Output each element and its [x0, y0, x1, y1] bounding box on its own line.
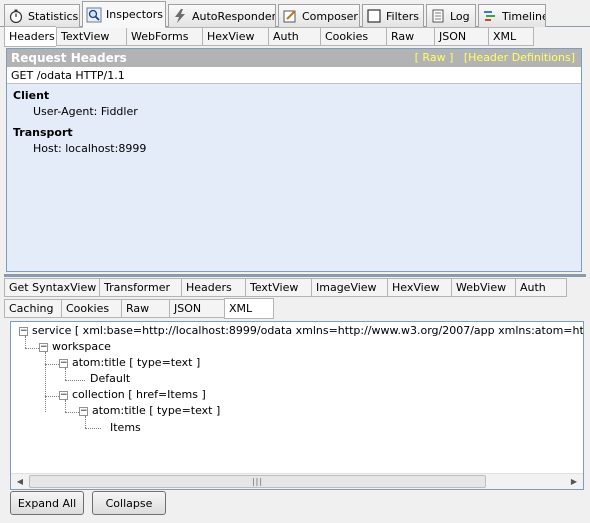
response-tab-json[interactable]: JSON [169, 299, 224, 318]
response-tab-caching[interactable]: Caching [4, 299, 61, 318]
tab-label: Timeline [502, 9, 546, 23]
header-group-client: Client [13, 89, 50, 102]
xml-tree-view[interactable]: − − − − − service [ xml:base=http://loca… [10, 321, 584, 490]
response-tab-cookies[interactable]: Cookies [61, 299, 121, 318]
request-headers-title-bar: Request Headers [ Raw ] [Header Definiti… [7, 49, 581, 67]
response-tab-xml[interactable]: XML [224, 298, 274, 319]
document-icon [430, 8, 446, 24]
response-tab-textview[interactable]: TextView [245, 278, 311, 297]
tab-composer[interactable]: Composer [278, 4, 360, 27]
response-tab-auth[interactable]: Auth [515, 278, 567, 297]
tree-node-items[interactable]: Items [109, 421, 142, 434]
main-tab-strip: Statistics Inspectors AutoResponder Comp… [0, 0, 590, 28]
response-tab-headers[interactable]: Headers [181, 278, 245, 297]
pencil-icon [282, 8, 298, 24]
tab-label: Statistics [28, 9, 79, 23]
request-tab-raw[interactable]: Raw [386, 27, 434, 46]
scrollbar-thumb[interactable]: ||| [29, 475, 486, 488]
response-inspector-tabs-row2: Caching Cookies Raw JSON XML [4, 298, 274, 319]
tab-log[interactable]: Log [426, 4, 476, 27]
tab-label: Composer [302, 9, 358, 23]
tab-inspectors[interactable]: Inspectors [82, 1, 166, 28]
request-tab-json[interactable]: JSON [434, 27, 488, 46]
request-tab-webforms[interactable]: WebForms [126, 27, 202, 46]
scroll-right-icon[interactable]: ▶ [566, 474, 582, 489]
tree-line [65, 412, 79, 413]
request-tab-textview[interactable]: TextView [56, 27, 126, 46]
request-line: GET /odata HTTP/1.1 [7, 67, 581, 84]
request-tab-hexview[interactable]: HexView [202, 27, 268, 46]
tree-node-service[interactable]: service [ xml:base=http://localhost:8999… [31, 324, 583, 337]
request-tab-headers[interactable]: Headers [4, 26, 56, 47]
tree-line [25, 348, 39, 349]
tree-line [65, 400, 66, 412]
tab-label: Filters [386, 9, 419, 23]
timeline-icon [482, 8, 498, 24]
lightning-icon [172, 8, 188, 24]
magnifier-icon [86, 7, 102, 23]
collapse-toggle-icon[interactable]: − [39, 343, 48, 352]
collapse-toggle-icon[interactable]: − [19, 327, 28, 336]
tree-node-atom-title-2[interactable]: atom:title [ type=text ] [91, 404, 222, 417]
response-tab-get-syntaxview[interactable]: Get SyntaxView [4, 278, 99, 297]
tab-filters[interactable]: Filters [362, 4, 424, 27]
tree-node-atom-title[interactable]: atom:title [ type=text ] [71, 356, 202, 369]
tree-node-collection[interactable]: collection [ href=Items ] [71, 388, 207, 401]
collapse-toggle-icon[interactable]: − [59, 391, 68, 400]
tree-line [85, 428, 101, 429]
collapse-button[interactable]: Collapse [92, 491, 166, 515]
request-headers-panel: Request Headers [ Raw ] [Header Definiti… [6, 48, 582, 272]
tree-line [65, 368, 66, 380]
tab-statistics[interactable]: Statistics [4, 4, 80, 27]
request-tab-auth[interactable]: Auth [268, 27, 320, 46]
collapse-toggle-icon[interactable]: − [79, 407, 88, 416]
response-inspector-tabs-row1: Get SyntaxView Transformer Headers TextV… [4, 277, 567, 298]
tab-timeline[interactable]: Timeline [478, 4, 546, 27]
tree-line [45, 364, 59, 365]
tree-line [65, 380, 85, 381]
header-links: [ Raw ] [Header Definitions] [415, 51, 575, 64]
raw-link[interactable]: [ Raw ] [415, 51, 454, 64]
scroll-left-icon[interactable]: ◀ [12, 474, 28, 489]
request-headers-title: Request Headers [11, 51, 127, 65]
response-tab-webview[interactable]: WebView [451, 278, 515, 297]
checkbox-icon [366, 8, 382, 24]
tree-line [45, 396, 59, 397]
response-tab-hexview[interactable]: HexView [387, 278, 451, 297]
tree-line [85, 416, 86, 428]
tab-label: Log [450, 9, 470, 23]
request-inspector-tabs: Headers TextView WebForms HexView Auth C… [4, 26, 534, 47]
header-group-transport: Transport [13, 126, 73, 139]
tree-node-workspace[interactable]: workspace [51, 340, 112, 353]
request-tab-xml[interactable]: XML [488, 27, 534, 46]
collapse-toggle-icon[interactable]: − [59, 359, 68, 368]
header-user-agent[interactable]: User-Agent: Fiddler [7, 105, 581, 121]
tree-node-default[interactable]: Default [89, 372, 132, 385]
tree-line [25, 336, 26, 348]
expand-all-button[interactable]: Expand All [10, 491, 84, 515]
response-tab-raw[interactable]: Raw [121, 299, 169, 318]
tree-line [45, 352, 46, 412]
header-definitions-link[interactable]: [Header Definitions] [464, 51, 575, 64]
tab-autoresponder[interactable]: AutoResponder [168, 4, 276, 27]
stopwatch-icon [8, 8, 24, 24]
tab-label: Inspectors [106, 8, 164, 21]
horizontal-scrollbar[interactable]: ◀ ||| ▶ [11, 473, 583, 489]
response-tab-transformer[interactable]: Transformer [99, 278, 181, 297]
request-tab-cookies[interactable]: Cookies [320, 27, 386, 46]
tab-label: AutoResponder [192, 9, 276, 23]
header-host[interactable]: Host: localhost:8999 [7, 142, 581, 158]
response-tab-imageview[interactable]: ImageView [311, 278, 387, 297]
